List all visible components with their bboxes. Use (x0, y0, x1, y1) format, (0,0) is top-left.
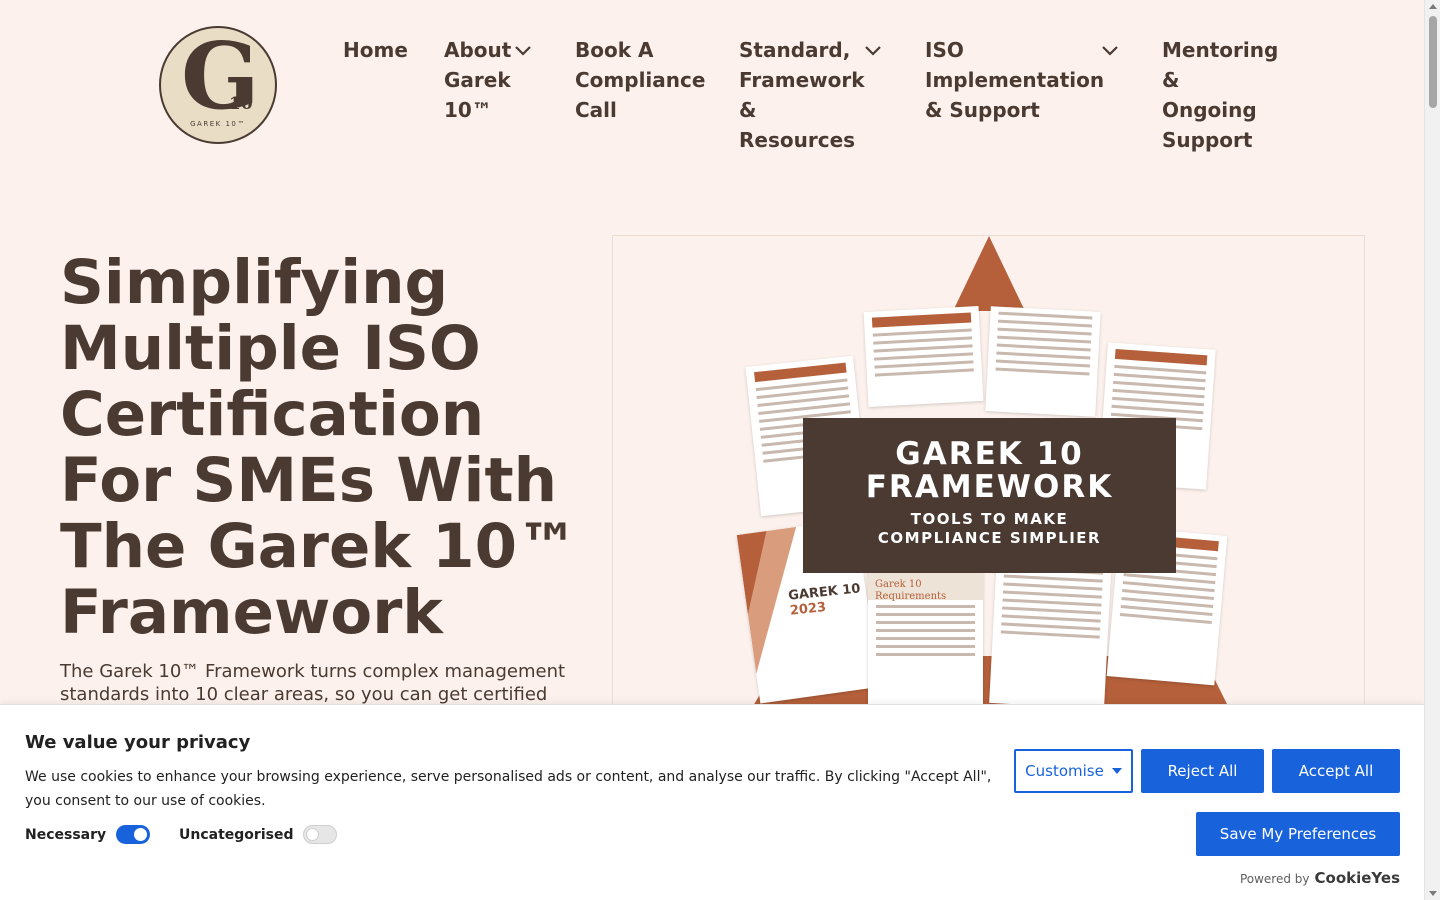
cookieyes-logo[interactable]: CookieYes (1315, 869, 1401, 887)
cookie-description: We use cookies to enhance your browsing … (25, 769, 992, 809)
necessary-toggle-row: Necessary (25, 825, 151, 844)
hero-title: Simplifying Multiple ISO Certification F… (60, 247, 579, 648)
nav-standard-line: & (739, 98, 757, 122)
nav-mentoring-line: Support (1162, 128, 1253, 152)
hero-image: GAREK 10 FRAMEWORK TOOLS TO MAKE COMPLIA… (612, 235, 1365, 715)
document-page (863, 306, 984, 407)
page-scrollbar[interactable] (1424, 0, 1440, 900)
document-page (989, 553, 1112, 709)
nav-about-line: 10™ (444, 98, 492, 122)
nav-mentoring-line: Ongoing (1162, 98, 1257, 122)
chevron-down-icon[interactable] (513, 41, 533, 61)
scroll-up-icon[interactable] (1429, 4, 1437, 9)
nav-book-line: Call (575, 98, 617, 122)
customise-button[interactable]: Customise (1014, 749, 1133, 793)
necessary-label: Necessary (25, 826, 107, 843)
requirements-title: Garek 10 Requirements (875, 579, 946, 603)
requirements-title-line: Garek 10 (875, 579, 922, 590)
accept-all-button[interactable]: Accept All (1272, 749, 1400, 793)
chevron-down-icon[interactable] (863, 41, 883, 61)
nav-home-label: Home (343, 38, 408, 62)
site-logo[interactable]: G 10 GAREK 10™ (159, 26, 277, 144)
banner-subtitle-line: TOOLS TO MAKE (910, 510, 1069, 528)
cookie-title: We value your privacy (25, 732, 251, 753)
hero-subtitle: The Garek 10™ Framework turns complex ma… (60, 661, 566, 705)
nav-book-call[interactable]: Book A Compliance Call (575, 35, 705, 125)
document-page (985, 306, 1101, 417)
scrollbar-thumb[interactable] (1429, 16, 1437, 108)
save-label: Save My Preferences (1219, 825, 1377, 843)
uncategorised-label: Uncategorised (179, 826, 294, 843)
nav-home[interactable]: Home (343, 35, 408, 65)
nav-standard-line: Framework (739, 68, 865, 92)
hero-banner: GAREK 10 FRAMEWORK TOOLS TO MAKE COMPLIA… (803, 418, 1176, 573)
banner-subtitle-line: COMPLIANCE SIMPLIER (877, 529, 1102, 547)
nav-about[interactable]: About Garek 10™ (444, 35, 511, 125)
chevron-down-icon[interactable] (1100, 41, 1120, 61)
nav-standard-line: Resources (739, 128, 856, 152)
requirements-title-line: Requirements (875, 591, 947, 602)
nav-standard[interactable]: Standard, Framework & Resources (739, 35, 865, 155)
reject-label: Reject All (1167, 762, 1238, 780)
customise-label: Customise (1025, 762, 1104, 780)
logo-ten: 10 (229, 94, 253, 114)
powered-by-text: Powered by (1239, 872, 1310, 886)
nav-about-line: Garek (444, 68, 511, 92)
nav-mentoring[interactable]: Mentoring & Ongoing Support (1162, 35, 1278, 155)
caret-down-icon (1111, 768, 1122, 774)
nav-book-line: Compliance (575, 68, 706, 92)
banner-title-line: GAREK 10 (895, 436, 1084, 472)
uncategorised-toggle-row: Uncategorised (179, 825, 338, 844)
scroll-down-icon[interactable] (1429, 891, 1437, 896)
save-preferences-button[interactable]: Save My Preferences (1196, 812, 1400, 856)
logo-subtext: GAREK 10™ (190, 120, 246, 128)
cookie-banner: We value your privacy We use cookies to … (0, 704, 1424, 900)
nav-iso-implementation[interactable]: ISO Implementation & Support (925, 35, 1104, 125)
nav-book-line: Book A (575, 38, 654, 62)
necessary-toggle[interactable] (116, 825, 151, 844)
reject-all-button[interactable]: Reject All (1141, 749, 1264, 793)
nav-standard-line: Standard, (739, 38, 851, 62)
nav-iso-line: & Support (925, 98, 1040, 122)
accept-label: Accept All (1298, 762, 1374, 780)
nav-iso-line: ISO (925, 38, 964, 62)
nav-mentoring-line: & (1162, 68, 1180, 92)
nav-iso-line: Implementation (925, 68, 1105, 92)
banner-title-line: FRAMEWORK (865, 469, 1114, 505)
powered-by: Powered by CookieYes (1240, 869, 1400, 887)
nav-about-line: About (444, 38, 512, 62)
uncategorised-toggle[interactable] (303, 825, 338, 844)
nav-mentoring-line: Mentoring (1162, 38, 1279, 62)
